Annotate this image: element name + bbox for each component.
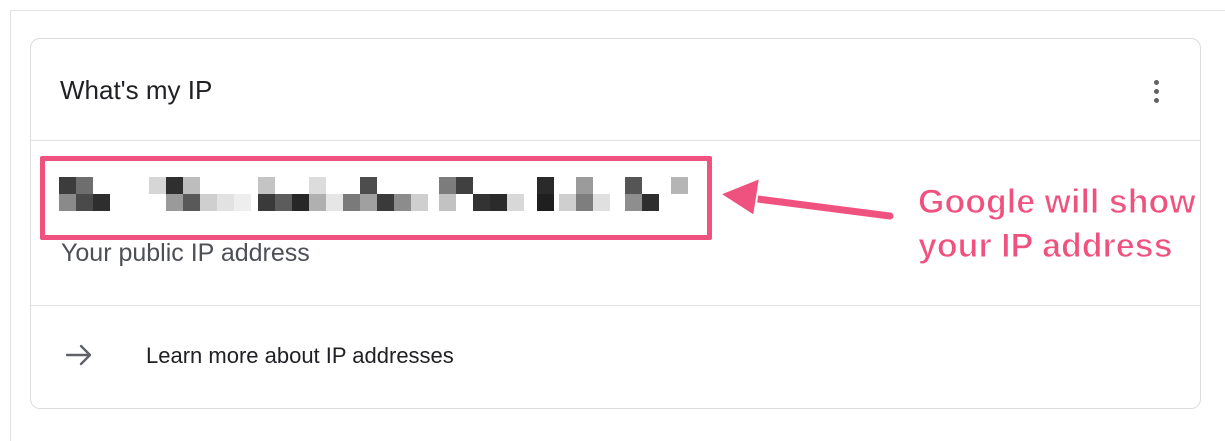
arrow-right-icon	[65, 344, 92, 366]
pointer-arrow-icon	[719, 177, 894, 220]
learn-more-label: Learn more about IP addresses	[146, 343, 454, 368]
callout-text: Google will show your IP address	[918, 183, 1197, 266]
learn-more-link[interactable]: Learn more about IP addresses	[31, 306, 1200, 410]
more-vert-icon[interactable]	[1146, 73, 1166, 109]
highlight-box	[40, 156, 712, 240]
card-header: What's my IP	[31, 39, 1200, 141]
card-title: What's my IP	[60, 75, 213, 105]
ip-caption: Your public IP address	[61, 239, 310, 267]
